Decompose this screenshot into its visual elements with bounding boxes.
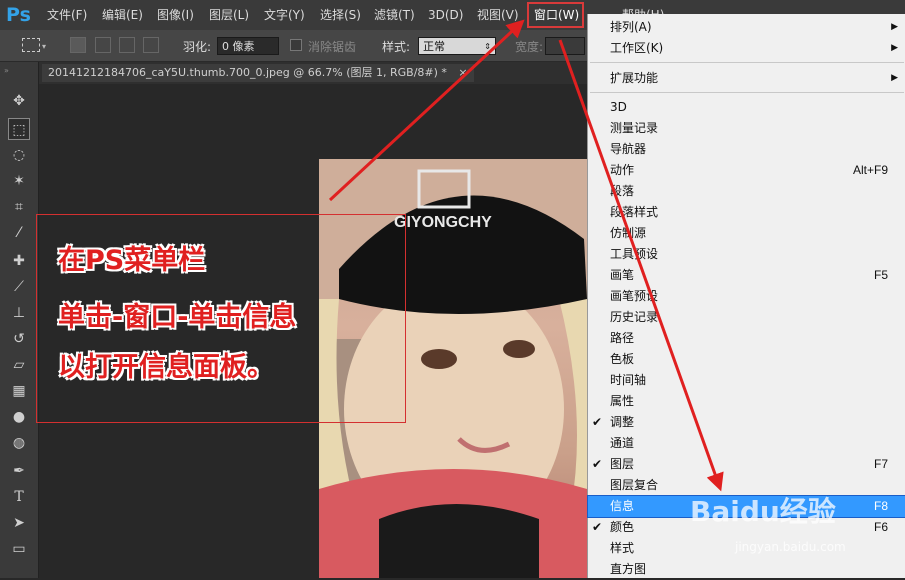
baidu-watermark-logo: Baidu经验 <box>690 495 836 528</box>
arrow-to-window-menu <box>328 19 525 202</box>
arrow-to-info-item <box>558 39 724 492</box>
baidu-watermark-url: jingyan.baidu.com <box>735 540 846 554</box>
